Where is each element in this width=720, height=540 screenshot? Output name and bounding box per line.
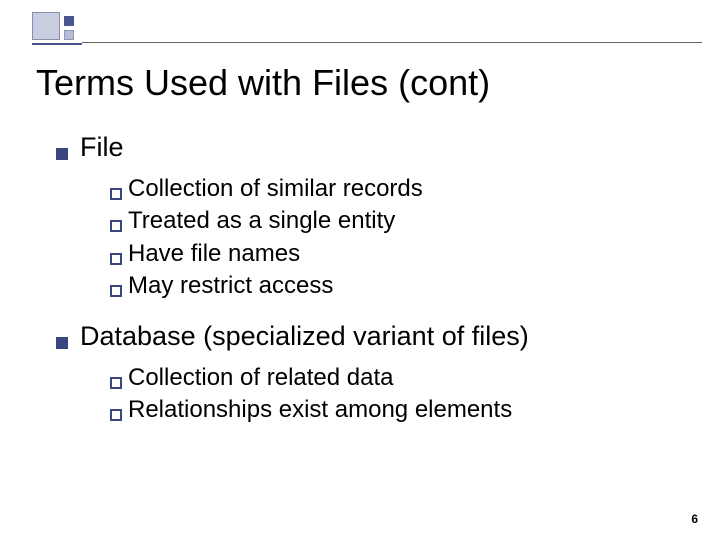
square-bullet-icon	[56, 337, 68, 349]
slide-content: Terms Used with Files (cont) File Collec…	[0, 0, 720, 426]
list-item: May restrict access	[110, 270, 684, 302]
page-number: 6	[691, 512, 698, 526]
deco-underline	[82, 42, 702, 43]
hollow-square-bullet-icon	[110, 285, 122, 297]
list-item: Collection of similar records	[110, 173, 684, 205]
hollow-square-bullet-icon	[110, 188, 122, 200]
deco-square-small-light	[64, 30, 74, 40]
hollow-square-bullet-icon	[110, 377, 122, 389]
deco-square-small-dark	[64, 16, 74, 26]
bullet-level1: Database (specialized variant of files) …	[56, 321, 684, 427]
square-bullet-icon	[56, 148, 68, 160]
level1-label: File	[80, 132, 124, 163]
list-item: Have file names	[110, 238, 684, 270]
deco-underline-accent	[32, 43, 82, 45]
list-item: Database (specialized variant of files)	[56, 321, 684, 352]
level2-label: Collection of similar records	[128, 173, 423, 205]
list-item: Collection of related data	[110, 362, 684, 394]
list-item: Relationships exist among elements	[110, 394, 684, 426]
sublist: Collection of related data Relationships…	[110, 362, 684, 427]
level2-label: Collection of related data	[128, 362, 394, 394]
hollow-square-bullet-icon	[110, 220, 122, 232]
deco-square-large	[32, 12, 60, 40]
level2-label: Treated as a single entity	[128, 205, 395, 237]
level1-label: Database (specialized variant of files)	[80, 321, 529, 352]
sublist: Collection of similar records Treated as…	[110, 173, 684, 303]
level2-label: May restrict access	[128, 270, 333, 302]
slide-title: Terms Used with Files (cont)	[36, 62, 684, 104]
hollow-square-bullet-icon	[110, 253, 122, 265]
list-item: Treated as a single entity	[110, 205, 684, 237]
list-item: File	[56, 132, 684, 163]
slide-decoration	[32, 12, 112, 47]
hollow-square-bullet-icon	[110, 409, 122, 421]
level2-label: Relationships exist among elements	[128, 394, 512, 426]
bullet-level1: File Collection of similar records Treat…	[56, 132, 684, 303]
level2-label: Have file names	[128, 238, 300, 270]
